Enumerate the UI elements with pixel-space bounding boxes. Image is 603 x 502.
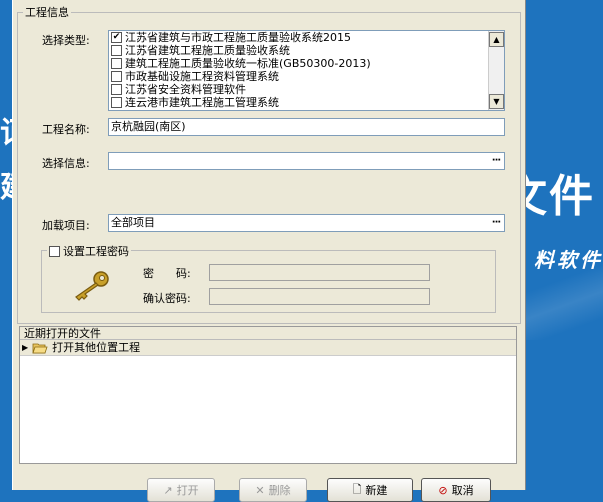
new-button[interactable]: 🗋 新建 (327, 478, 413, 502)
password-toggle[interactable]: 设置工程密码 (47, 243, 131, 259)
load-input[interactable]: 全部项目 ··· (108, 214, 505, 232)
delete-button[interactable]: ✕ 删除 (239, 478, 307, 502)
type-list-item[interactable]: 建筑工程施工质量验收统一标准(GB50300-2013) (109, 57, 504, 70)
open-icon: ↗ (163, 483, 173, 497)
type-label-text: 市政基础设施工程资料管理系统 (125, 70, 279, 83)
scroll-down-button[interactable]: ▼ (489, 94, 504, 109)
name-label: 工程名称: (42, 123, 90, 136)
cancel-icon: ⊘ (438, 483, 448, 497)
key-icon (75, 271, 109, 301)
password-group-title: 设置工程密码 (63, 245, 129, 258)
background-subtitle: 料软件 (534, 248, 603, 272)
password-input[interactable] (209, 264, 430, 281)
info-label: 选择信息: (42, 157, 90, 170)
recent-files-title: 近期打开的文件 (20, 327, 516, 340)
type-list-item[interactable]: ✔ 江苏省建筑与市政工程施工质量验收系统2015 (109, 31, 504, 44)
type-list-scrollbar[interactable]: ▲ ▼ (488, 31, 504, 110)
project-dialog: 工程信息 选择类型: ✔ 江苏省建筑与市政工程施工质量验收系统2015 江苏省建筑工… (12, 0, 526, 502)
type-list-item[interactable]: 连云港市建筑工程施工管理系统 (109, 96, 504, 109)
type-items: ✔ 江苏省建筑与市政工程施工质量验收系统2015 江苏省建筑工程施工质量验收系统 建筑… (109, 31, 504, 109)
open-other-location-label: 打开其他位置工程 (52, 340, 141, 354)
expand-arrow-icon: ▶ (22, 342, 29, 352)
load-value: 全部项目 (111, 216, 155, 229)
type-checkbox[interactable] (111, 84, 122, 95)
type-list-item[interactable]: 江苏省安全资料管理软件 (109, 83, 504, 96)
delete-button-label: 删除 (268, 484, 291, 497)
arrow-down-icon: ▼ (493, 97, 500, 106)
type-list-item[interactable]: 市政基础设施工程资料管理系统 (109, 70, 504, 83)
new-button-label: 新建 (365, 484, 388, 497)
password-checkbox[interactable] (49, 245, 60, 257)
project-info-title: 工程信息 (23, 4, 71, 20)
load-browse-button[interactable]: ··· (488, 215, 504, 231)
load-label: 加载项目: (42, 219, 90, 232)
password-label: 密 码: (143, 267, 191, 280)
type-checkbox[interactable] (111, 71, 122, 82)
info-input[interactable]: ··· (108, 152, 505, 170)
cancel-button[interactable]: ⊘ 取消 (421, 478, 491, 502)
type-checkbox[interactable] (111, 58, 122, 69)
open-button[interactable]: ↗ 打开 (147, 478, 215, 502)
open-button-label: 打开 (176, 484, 199, 497)
type-list-item[interactable]: 江苏省建筑工程施工质量验收系统 (109, 44, 504, 57)
type-checkbox[interactable] (111, 97, 122, 108)
type-label-text: 江苏省建筑工程施工质量验收系统 (125, 44, 290, 57)
project-name-input[interactable]: 京杭融园(南区) (108, 118, 505, 136)
new-file-icon: 🗋 (352, 482, 362, 496)
scroll-up-button[interactable]: ▲ (489, 32, 504, 47)
recent-files-panel: 近期打开的文件 ▶ 打开其他位置工程 (19, 326, 517, 464)
delete-icon: ✕ (255, 483, 265, 497)
confirm-password-input[interactable] (209, 288, 430, 305)
folder-open-icon (32, 343, 48, 353)
type-label-text: 建筑工程施工质量验收统一标准(GB50300-2013) (125, 57, 371, 70)
type-label: 选择类型: (42, 34, 90, 47)
type-label-text: 江苏省建筑与市政工程施工质量验收系统2015 (125, 31, 351, 44)
type-list[interactable]: ✔ 江苏省建筑与市政工程施工质量验收系统2015 江苏省建筑工程施工质量验收系统 建筑… (108, 30, 505, 111)
type-label-text: 江苏省安全资料管理软件 (125, 83, 246, 96)
type-checkbox[interactable]: ✔ (111, 32, 122, 43)
type-label-text: 连云港市建筑工程施工管理系统 (125, 96, 279, 109)
cancel-button-label: 取消 (451, 484, 474, 497)
arrow-up-icon: ▲ (493, 35, 500, 44)
type-checkbox[interactable] (111, 45, 122, 56)
open-other-location-row[interactable]: ▶ 打开其他位置工程 (20, 340, 516, 356)
confirm-password-label: 确认密码: (143, 292, 191, 305)
info-browse-button[interactable]: ··· (488, 153, 504, 169)
